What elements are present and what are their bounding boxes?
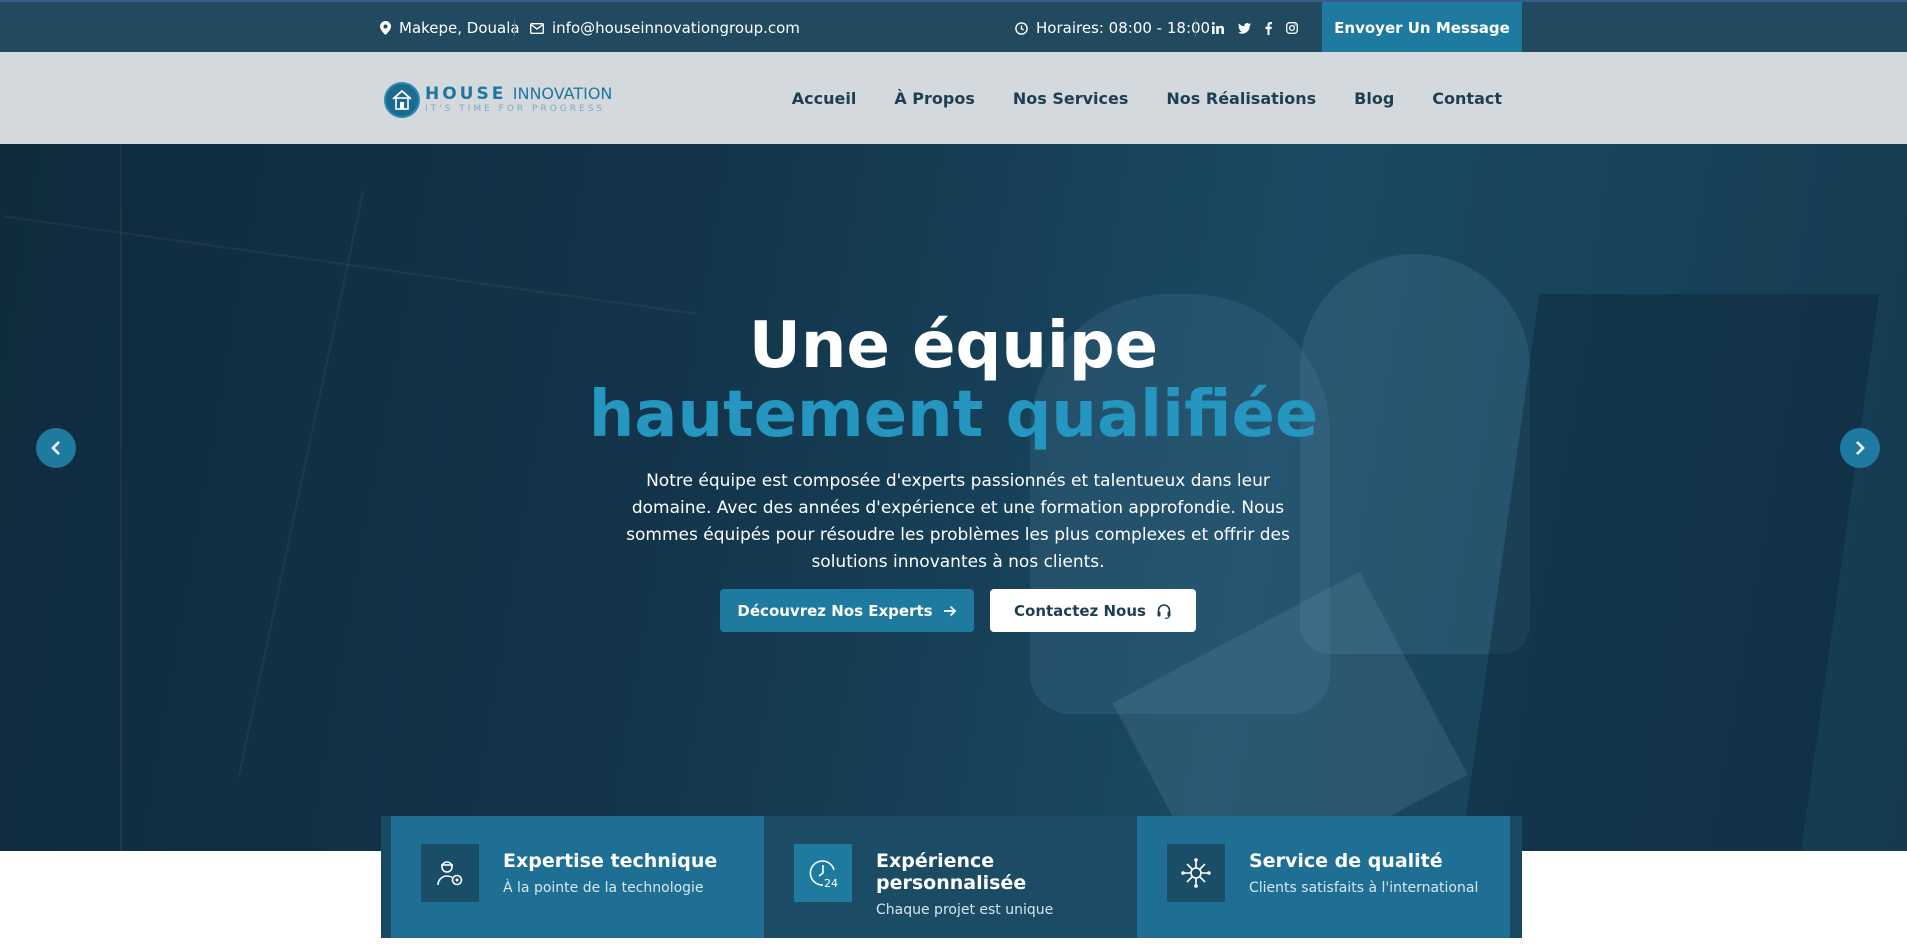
feature-subtitle: Chaque projet est unique (876, 902, 1054, 918)
background-line (120, 144, 122, 851)
divider (514, 19, 515, 37)
arrow-right-icon (943, 605, 956, 616)
social-links (1212, 2, 1298, 54)
headset-icon (1157, 603, 1171, 619)
discover-experts-button[interactable]: Découvrez Nos Experts (720, 589, 974, 632)
site-logo[interactable]: HOUSE INNOVATION IT'S TIME FOR PROGRESS (384, 82, 612, 118)
hero-description: Notre équipe est composée d'experts pass… (626, 471, 1290, 572)
twitter-icon[interactable] (1238, 22, 1251, 34)
feature-subtitle: À la pointe de la technologie (503, 880, 704, 896)
primary-navigation: Accueil À Propos Nos Services Nos Réalis… (792, 52, 1502, 144)
nav-item-accueil[interactable]: Accueil (792, 89, 857, 108)
background-line (237, 190, 365, 778)
logo-tagline: IT'S TIME FOR PROGRESS (425, 104, 606, 114)
feature-card: Expertise technique À la pointe de la te… (391, 816, 764, 938)
location-info: Makepe, Douala (380, 2, 520, 54)
house-logo-icon (384, 82, 420, 118)
discover-experts-label: Découvrez Nos Experts (737, 601, 933, 620)
logo-brand-bold: HOUSE (425, 84, 507, 104)
hero-title-line1: Une équipe (748, 309, 1159, 383)
envelope-icon (530, 22, 544, 34)
features-bar: Expertise technique À la pointe de la te… (381, 816, 1522, 938)
hours-text: Horaires: 08:00 - 18:00 (1036, 19, 1211, 37)
hero-title-line2: hautement qualifiée (588, 378, 1319, 452)
24h-clock-icon: 24 (794, 844, 852, 902)
engineer-icon (421, 844, 479, 902)
clock-icon (1015, 21, 1028, 35)
nav-item-a-propos[interactable]: À Propos (894, 89, 975, 108)
contact-us-button[interactable]: Contactez Nous (990, 589, 1196, 632)
email-info[interactable]: info@houseinnovationgroup.com (530, 2, 800, 54)
nav-item-contact[interactable]: Contact (1432, 89, 1502, 108)
feature-card: 24 Expérience personnalisée Chaque proje… (764, 816, 1137, 938)
contact-us-label: Contactez Nous (1014, 601, 1146, 620)
linkedin-icon[interactable] (1212, 22, 1224, 34)
network-icon (1167, 844, 1225, 902)
facebook-icon[interactable] (1265, 21, 1272, 35)
location-text: Makepe, Douala (399, 19, 520, 37)
nav-item-nos-services[interactable]: Nos Services (1013, 89, 1129, 108)
feature-title: Expérience personnalisée (876, 850, 1027, 894)
feature-card: Service de qualité Clients satisfaits à … (1137, 816, 1510, 938)
svg-text:24: 24 (824, 877, 838, 889)
email-link[interactable]: info@houseinnovationgroup.com (552, 19, 800, 37)
instagram-icon[interactable] (1286, 22, 1298, 34)
feature-subtitle: Clients satisfaits à l'international (1249, 880, 1479, 896)
top-bar: Makepe, Douala info@houseinnovationgroup… (0, 0, 1907, 54)
map-pin-icon (380, 21, 391, 35)
nav-item-nos-realisations[interactable]: Nos Réalisations (1166, 89, 1316, 108)
send-message-button[interactable]: Envoyer Un Message (1322, 2, 1522, 54)
feature-title: Expertise technique (503, 850, 718, 872)
logo-brand-light: INNOVATION (512, 84, 613, 103)
feature-title: Service de qualité (1249, 850, 1443, 872)
hours-info: Horaires: 08:00 - 18:00 (1015, 2, 1210, 54)
divider (1195, 19, 1196, 37)
background-line (3, 215, 697, 315)
nav-item-blog[interactable]: Blog (1354, 89, 1394, 108)
